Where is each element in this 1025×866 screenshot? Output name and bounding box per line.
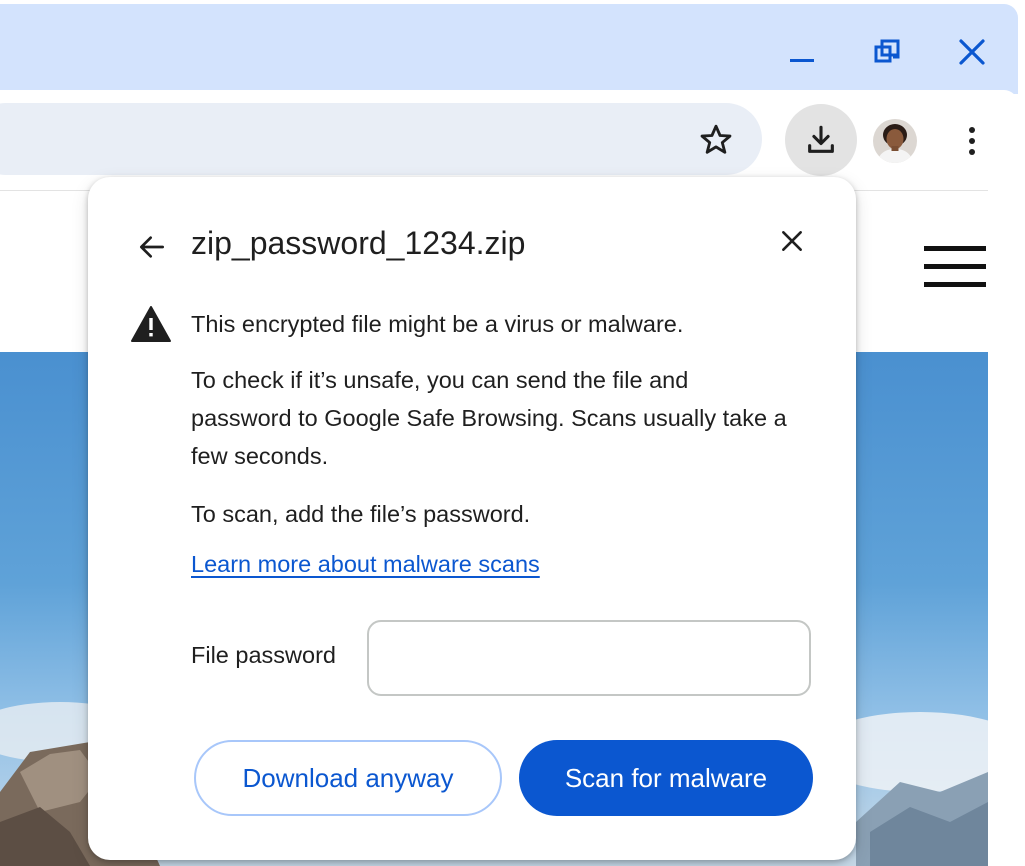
download-anyway-button[interactable]: Download anyway <box>194 740 502 816</box>
browser-window: zip_password_1234.zip This encrypted fil… <box>0 0 1025 866</box>
download-icon <box>808 125 834 153</box>
star-icon <box>700 124 732 154</box>
dialog-title: zip_password_1234.zip <box>191 225 526 261</box>
close-icon <box>782 231 802 251</box>
warning-text: This encrypted file might be a virus or … <box>191 311 684 337</box>
description-text: To check if it’s unsafe, you can send th… <box>191 367 787 469</box>
learn-more-link[interactable]: Learn more about malware scans <box>191 551 540 578</box>
password-input[interactable] <box>367 620 811 696</box>
dialog-close-button[interactable] <box>772 221 812 261</box>
minimize-icon <box>790 59 814 62</box>
bookmark-button[interactable] <box>693 117 739 163</box>
close-icon <box>959 39 985 65</box>
downloads-button[interactable] <box>785 104 857 176</box>
instruction-text: To scan, add the file’s password. <box>191 501 531 527</box>
browser-toolbar <box>0 90 1018 190</box>
more-menu-button[interactable] <box>952 118 992 164</box>
title-bar <box>0 4 1018 94</box>
site-menu-icon[interactable] <box>924 246 988 290</box>
back-button[interactable] <box>132 227 172 267</box>
profile-button[interactable] <box>872 118 918 164</box>
download-warning-dialog: zip_password_1234.zip This encrypted fil… <box>88 177 856 860</box>
page-scroll-gutter <box>988 190 1018 866</box>
scan-for-malware-button[interactable]: Scan for malware <box>519 740 813 816</box>
restore-icon <box>874 39 900 63</box>
restore-button[interactable] <box>867 32 907 72</box>
avatar <box>873 119 917 163</box>
password-label: File password <box>191 642 336 668</box>
warning-icon <box>130 305 172 348</box>
more-vert-icon <box>969 127 975 155</box>
close-window-button[interactable] <box>952 32 992 72</box>
minimize-button[interactable] <box>782 32 822 72</box>
arrow-back-icon <box>140 236 164 258</box>
address-bar[interactable] <box>0 103 762 175</box>
